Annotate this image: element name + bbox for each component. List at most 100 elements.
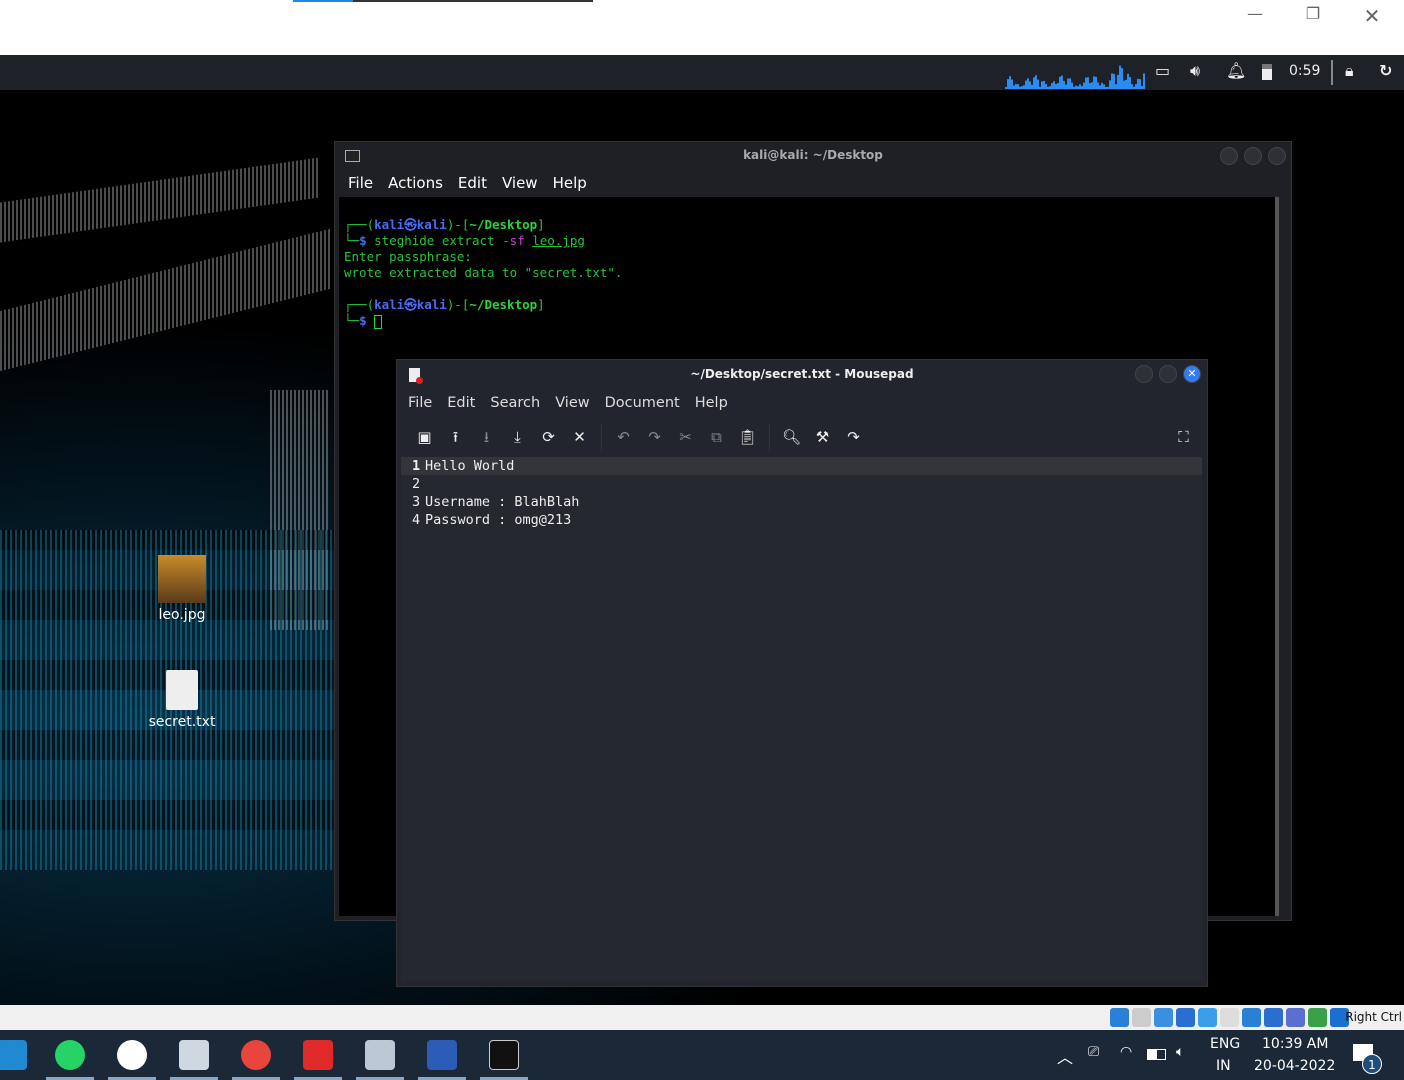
vbox-device-icon[interactable] [1176, 1008, 1195, 1027]
cpu-bar [1111, 73, 1113, 89]
menu-file[interactable]: File [408, 389, 432, 417]
cpu-bar [1099, 85, 1101, 89]
edge-app-icon [117, 1040, 147, 1070]
volume-icon[interactable]: 🔈︎ [1176, 1044, 1184, 1060]
menu-help[interactable]: Help [553, 169, 587, 197]
clock-date[interactable]: 20-04-2022 [1254, 1058, 1335, 1074]
cpu-bar [1077, 86, 1079, 89]
volume-icon[interactable]: 🔊︎ [1190, 61, 1200, 81]
restore-button[interactable]: ❐ [1293, 4, 1333, 26]
vbox-device-icon[interactable] [1308, 1008, 1327, 1027]
cpu-bar [1113, 73, 1115, 89]
menu-edit[interactable]: Edit [458, 169, 487, 197]
go-to-line-icon[interactable]: ↷ [838, 422, 869, 452]
open-file-icon[interactable]: ⭱ [440, 422, 471, 452]
menu-document[interactable]: Document [605, 389, 680, 417]
menu-file[interactable]: File [348, 169, 373, 197]
close-button[interactable] [1268, 147, 1286, 165]
cpu-bar [1013, 85, 1015, 89]
battery-icon[interactable] [1262, 64, 1272, 80]
vbox-device-icon[interactable] [1286, 1008, 1305, 1027]
menu-view[interactable]: View [555, 389, 589, 417]
scrollbar[interactable] [1275, 197, 1279, 916]
notification-icon[interactable]: 🔔︎ [1226, 61, 1246, 80]
cpu-bar [1011, 79, 1013, 89]
cut-icon[interactable]: ✂ [670, 422, 701, 452]
menu-edit[interactable]: Edit [447, 389, 475, 417]
menu-help[interactable]: Help [695, 389, 728, 417]
close-button[interactable]: ✕ [1352, 4, 1392, 28]
undo-icon[interactable]: ↶ [608, 422, 639, 452]
taskbar-app-app-red[interactable] [290, 1030, 346, 1080]
taskbar-app-chrome[interactable] [228, 1030, 284, 1080]
taskbar-app-edge-app[interactable] [104, 1030, 160, 1080]
camera-icon[interactable]: ⎚ [1088, 1044, 1099, 1060]
close-button[interactable]: ✕ [1183, 365, 1201, 383]
maximize-button[interactable] [1159, 365, 1177, 383]
minimize-button[interactable] [1135, 365, 1153, 383]
editor-line: 4 Password : omg@213 [412, 512, 572, 528]
cpu-bar [1069, 78, 1071, 89]
find-replace-icon[interactable]: ⚒ [807, 422, 838, 452]
menu-actions[interactable]: Actions [388, 169, 443, 197]
cpu-bar [1133, 86, 1135, 89]
desktop-icon-leo[interactable]: leo.jpg [142, 555, 222, 623]
wifi-icon[interactable]: ◠ [1120, 1044, 1132, 1060]
vbox-device-icon[interactable] [1220, 1008, 1239, 1027]
taskbar-app-vscode[interactable] [0, 1030, 40, 1080]
fullscreen-icon[interactable]: ⛶ [1168, 422, 1199, 452]
cpu-bar [1031, 84, 1033, 89]
copy-icon[interactable]: ⧉ [701, 422, 732, 452]
taskbar-app-app-scanner[interactable] [352, 1030, 408, 1080]
host-key-label: Right Ctrl [1345, 1010, 1402, 1024]
battery-icon[interactable] [1147, 1049, 1166, 1060]
cpu-bar [1097, 82, 1099, 89]
redo-icon[interactable]: ↷ [639, 422, 670, 452]
close-document-icon[interactable]: ✕ [564, 422, 595, 452]
new-document-icon[interactable]: ▣ [409, 422, 440, 452]
cpu-bar [1065, 84, 1067, 89]
output-line: Enter passphrase: [344, 249, 472, 264]
menu-search[interactable]: Search [490, 389, 540, 417]
cpu-bar [1083, 82, 1085, 89]
search-icon[interactable]: 🔍︎ [776, 422, 807, 452]
vbox-device-icon[interactable] [1154, 1008, 1173, 1027]
vbox-device-icon[interactable] [1198, 1008, 1217, 1027]
cpu-graph [1005, 65, 1145, 89]
reload-icon[interactable]: ⟳ [533, 422, 564, 452]
minimize-button[interactable] [1220, 147, 1238, 165]
clock-time[interactable]: 10:39 AM [1262, 1036, 1328, 1052]
language-region[interactable]: IN [1216, 1058, 1231, 1074]
mousepad-window[interactable]: ~/Desktop/secret.txt - Mousepad ✕ File E… [396, 359, 1208, 987]
save-icon[interactable]: ⭳ [471, 422, 502, 452]
menu-view[interactable]: View [502, 169, 538, 197]
taskbar-app-virtualbox[interactable] [166, 1030, 222, 1080]
taskbar-app-word[interactable] [414, 1030, 470, 1080]
logout-icon[interactable]: ↻ [1379, 61, 1392, 80]
paste-icon[interactable]: 📋︎ [732, 422, 763, 452]
taskbar-app-whatsapp[interactable] [42, 1030, 98, 1080]
text-editor[interactable]: 1 Hello World 2 3 Username : BlahBlah 4 Pas… [401, 457, 1202, 981]
maximize-button[interactable] [1244, 147, 1262, 165]
terminal-title: kali@kali: ~/Desktop [743, 148, 883, 162]
vbox-device-icon[interactable] [1110, 1008, 1129, 1027]
taskbar-app-terminal[interactable] [476, 1030, 532, 1080]
desktop-icon-secret[interactable]: secret.txt [142, 670, 222, 730]
cpu-bar [1007, 79, 1009, 89]
chevron-up-icon[interactable]: ︿ [1057, 1044, 1073, 1068]
lock-icon[interactable]: 🔒︎ [1345, 61, 1354, 81]
cpu-bar [1139, 79, 1141, 89]
command-line: └─$ steghide extract -sf leo.jpg [344, 233, 585, 248]
language-indicator[interactable]: ENG [1210, 1036, 1240, 1052]
vbox-device-icon[interactable] [1242, 1008, 1261, 1027]
vbox-device-icon[interactable] [1132, 1008, 1151, 1027]
save-as-icon[interactable]: ⤓ [502, 422, 533, 452]
virtualbox-icon [179, 1040, 209, 1070]
minimize-button[interactable]: — [1235, 4, 1275, 26]
cpu-bar [1105, 86, 1107, 89]
panel-clock[interactable]: 0:59 [1289, 63, 1320, 79]
cpu-bar [1079, 84, 1081, 89]
vbox-device-icon[interactable] [1264, 1008, 1283, 1027]
network-icon[interactable]: ▭ [1155, 61, 1170, 80]
cpu-bar [1107, 86, 1109, 89]
